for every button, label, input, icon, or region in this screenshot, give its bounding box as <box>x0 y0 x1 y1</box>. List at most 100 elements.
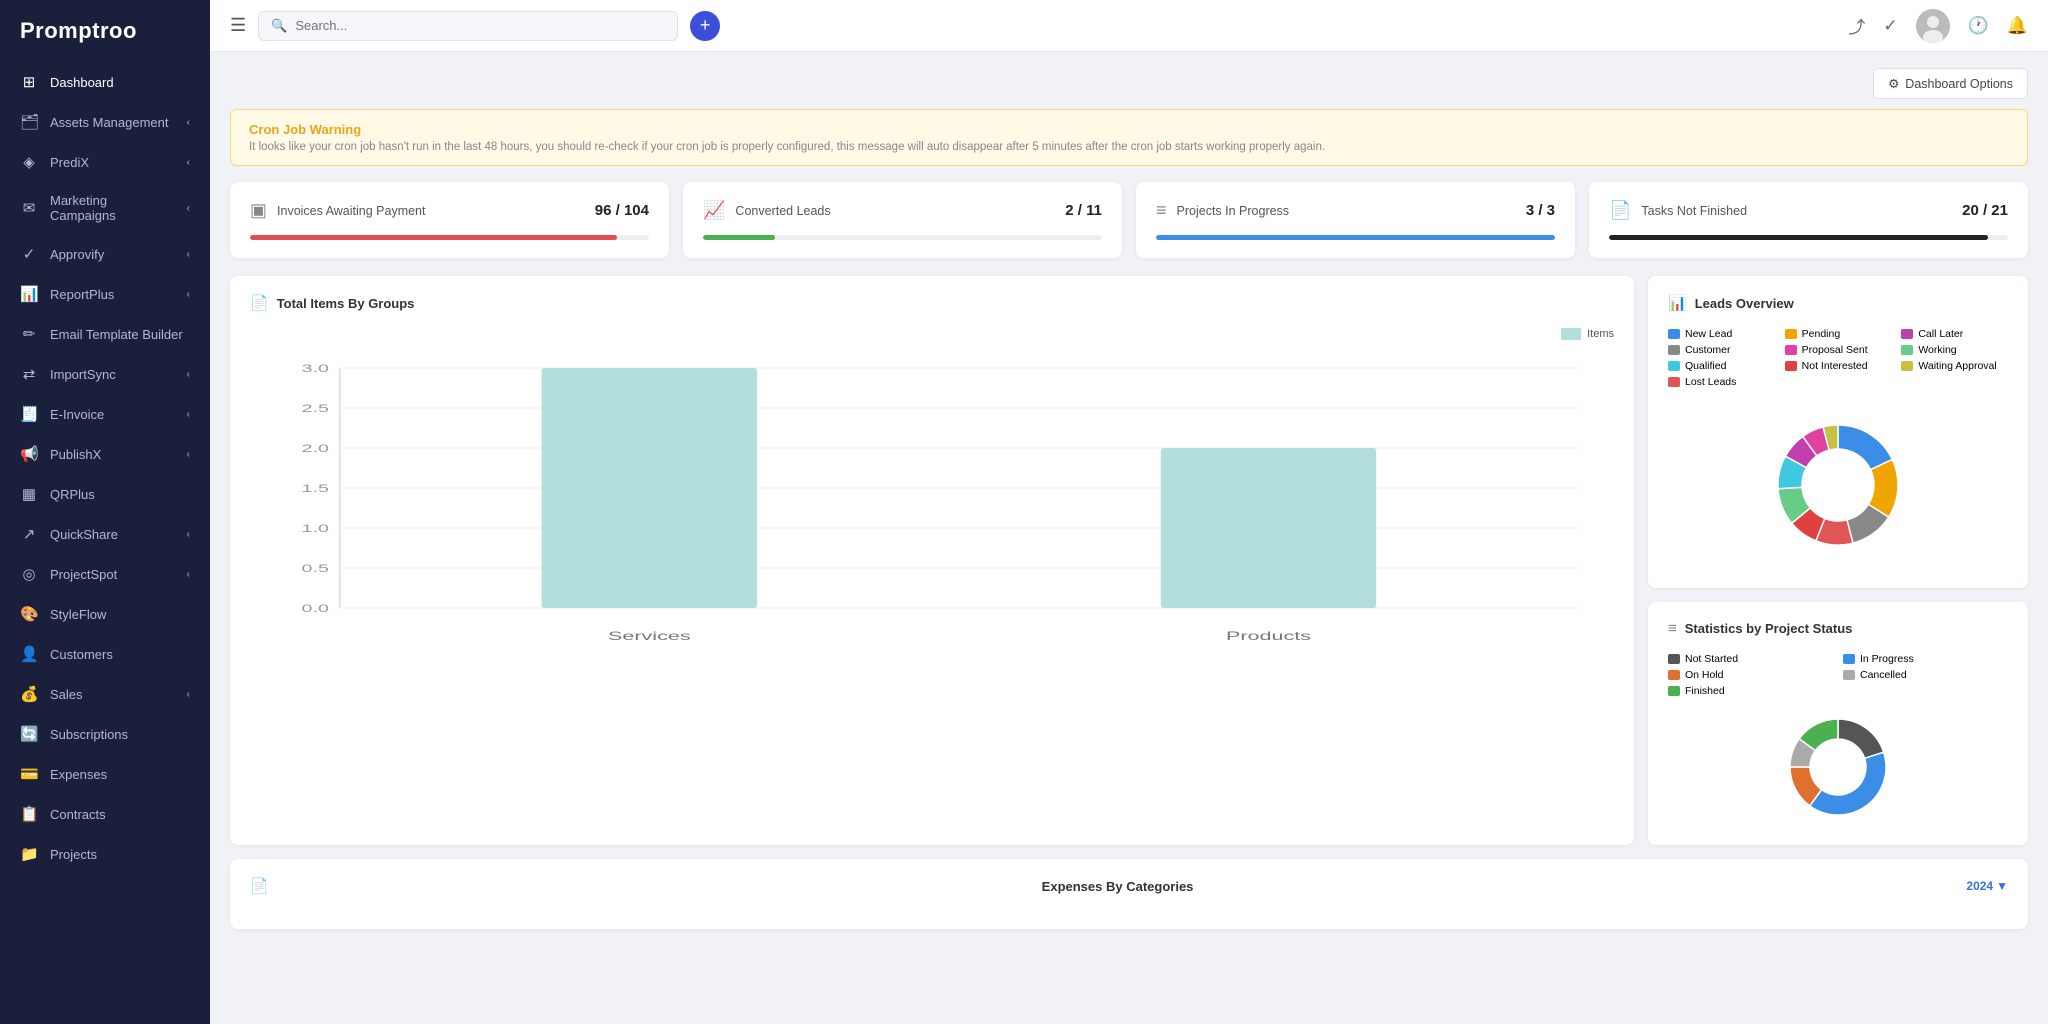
leads-overview-card: 📊 Leads Overview New LeadPendingCall Lat… <box>1648 276 2028 588</box>
right-column: 📊 Leads Overview New LeadPendingCall Lat… <box>1648 276 2028 845</box>
sidebar-item-importsync[interactable]: ⇄ ImportSync ‹ <box>0 354 210 394</box>
sidebar-label-publishx: PublishX <box>50 447 175 462</box>
sidebar-item-qrplus[interactable]: ▦ QRPlus <box>0 474 210 514</box>
sidebar-item-assets-management[interactable]: 🗂 Assets Management ‹ <box>0 102 210 142</box>
sidebar-item-reportplus[interactable]: 📊 ReportPlus ‹ <box>0 274 210 314</box>
sidebar-item-projects[interactable]: 📁 Projects <box>0 834 210 874</box>
gear-icon: ⚙ <box>1888 76 1899 91</box>
sidebar-label-projects: Projects <box>50 847 190 862</box>
kpi-value-converted-leads: 2 / 11 <box>1065 202 1102 219</box>
sidebar-item-subscriptions[interactable]: 🔄 Subscriptions <box>0 714 210 754</box>
sidebar-item-sales[interactable]: 💰 Sales ‹ <box>0 674 210 714</box>
sidebar-arrow-marketing-campaigns: ‹ <box>187 203 190 214</box>
menu-icon[interactable]: ☰ <box>230 15 246 36</box>
sidebar-item-e-invoice[interactable]: 🧾 E-Invoice ‹ <box>0 394 210 434</box>
warning-banner: Cron Job Warning It looks like your cron… <box>230 109 2028 166</box>
sidebar-label-email-template-builder: Email Template Builder <box>50 327 190 342</box>
sidebar-icon-reportplus: 📊 <box>20 285 38 303</box>
project-legend-label: Not Started <box>1685 653 1738 665</box>
sidebar-item-customers[interactable]: 👤 Customers <box>0 634 210 674</box>
search-input[interactable] <box>295 18 665 33</box>
sidebar-arrow-projectspot: ‹ <box>187 569 190 580</box>
sidebar-item-quickshare[interactable]: ↗ QuickShare ‹ <box>0 514 210 554</box>
legend-label: Qualified <box>1685 360 1726 372</box>
sidebar-item-approvify[interactable]: ✓ Approvify ‹ <box>0 234 210 274</box>
leads-legend-qualified: Qualified <box>1668 360 1775 372</box>
share-icon[interactable]: ⤴ <box>1848 13 1865 38</box>
sidebar-item-dashboard[interactable]: ⊞ Dashboard <box>0 62 210 102</box>
sidebar-icon-publishx: 📢 <box>20 445 38 463</box>
project-stats-header: ≡ Statistics by Project Status <box>1668 620 2008 637</box>
sidebar-label-e-invoice: E-Invoice <box>50 407 175 422</box>
expenses-title: Expenses By Categories <box>1042 879 1194 894</box>
warning-text: It looks like your cron job hasn't run i… <box>249 141 2009 153</box>
leads-legend-working: Working <box>1901 344 2008 356</box>
sidebar-item-expenses[interactable]: 💳 Expenses <box>0 754 210 794</box>
sidebar-item-email-template-builder[interactable]: ✏ Email Template Builder <box>0 314 210 354</box>
sidebar-item-styleflow[interactable]: 🎨 StyleFlow <box>0 594 210 634</box>
sidebar-item-publishx[interactable]: 📢 PublishX ‹ <box>0 434 210 474</box>
check-icon[interactable]: ✓ <box>1883 16 1897 36</box>
legend-label: New Lead <box>1685 328 1732 340</box>
kpi-header-invoices-awaiting: ▣ Invoices Awaiting Payment 96 / 104 <box>250 200 649 221</box>
kpi-header-converted-leads: 📈 Converted Leads 2 / 11 <box>703 200 1102 221</box>
add-button[interactable]: + <box>690 11 720 41</box>
bar-chart-wrap: 0.00.51.01.52.02.53.0ServicesProducts <box>250 348 1614 688</box>
leads-legend-waiting-approval: Waiting Approval <box>1901 360 2008 372</box>
sidebar-icon-projectspot: ◎ <box>20 565 38 583</box>
bar-chart-svg: 0.00.51.01.52.02.53.0ServicesProducts <box>250 348 1614 648</box>
sidebar-item-projectspot[interactable]: ◎ ProjectSpot ‹ <box>0 554 210 594</box>
bell-icon[interactable]: 🔔 <box>2007 16 2028 36</box>
legend-dot <box>1668 345 1680 355</box>
dashboard-options-button[interactable]: ⚙ Dashboard Options <box>1873 68 2028 99</box>
avatar[interactable] <box>1916 9 1950 43</box>
project-stats-legend: Not StartedIn ProgressOn HoldCancelledFi… <box>1668 653 2008 697</box>
sidebar-label-qrplus: QRPlus <box>50 487 190 502</box>
content-area: ⚙ Dashboard Options Cron Job Warning It … <box>210 52 2048 1024</box>
leads-legend-customer: Customer <box>1668 344 1775 356</box>
kpi-title-projects-in-progress: Projects In Progress <box>1177 204 1290 218</box>
sidebar-icon-importsync: ⇄ <box>20 365 38 383</box>
sidebar-icon-dashboard: ⊞ <box>20 73 38 91</box>
sidebar-label-predix: PrediX <box>50 155 175 170</box>
sidebar-label-sales: Sales <box>50 687 175 702</box>
sidebar-label-marketing-campaigns: Marketing Campaigns <box>50 193 175 223</box>
project-legend-label: On Hold <box>1685 669 1724 681</box>
expenses-icon: 📄 <box>250 877 269 895</box>
kpi-row: ▣ Invoices Awaiting Payment 96 / 104 📈 C… <box>230 182 2028 258</box>
leads-legend-proposal-sent: Proposal Sent <box>1785 344 1892 356</box>
legend-label: Not Interested <box>1802 360 1868 372</box>
sidebar-item-marketing-campaigns[interactable]: ✉ Marketing Campaigns ‹ <box>0 182 210 234</box>
sidebar-icon-marketing-campaigns: ✉ <box>20 199 38 217</box>
sidebar: Promptroo ⊞ Dashboard 🗂 Assets Managemen… <box>0 0 210 1024</box>
year-select[interactable]: 2024 ▼ <box>1966 879 2008 893</box>
project-legend-label: In Progress <box>1860 653 1914 665</box>
kpi-title-invoices-awaiting: Invoices Awaiting Payment <box>277 204 425 218</box>
svg-text:Services: Services <box>608 629 691 643</box>
project-legend-cancelled: Cancelled <box>1843 669 2008 681</box>
sidebar-icon-approvify: ✓ <box>20 245 38 263</box>
sidebar-arrow-approvify: ‹ <box>187 249 190 260</box>
project-stats-title: Statistics by Project Status <box>1685 621 1853 636</box>
sidebar-label-contracts: Contracts <box>50 807 190 822</box>
kpi-bar-track-invoices-awaiting <box>250 235 649 240</box>
sidebar-arrow-reportplus: ‹ <box>187 289 190 300</box>
sidebar-arrow-quickshare: ‹ <box>187 529 190 540</box>
kpi-value-invoices-awaiting: 96 / 104 <box>595 202 649 219</box>
sidebar-label-importsync: ImportSync <box>50 367 175 382</box>
sidebar-item-predix[interactable]: ◈ PrediX ‹ <box>0 142 210 182</box>
kpi-value-tasks-not-finished: 20 / 21 <box>1962 202 2008 219</box>
charts-row: 📄 Total Items By Groups Items 0.00.51.01… <box>230 276 2028 845</box>
sidebar-label-approvify: Approvify <box>50 247 175 262</box>
legend-label: Pending <box>1802 328 1841 340</box>
sidebar-label-reportplus: ReportPlus <box>50 287 175 302</box>
kpi-bar-fill-invoices-awaiting <box>250 235 617 240</box>
project-legend-label: Cancelled <box>1860 669 1907 681</box>
leads-legend-lost-leads: Lost Leads <box>1668 376 1775 388</box>
clock-icon[interactable]: 🕐 <box>1968 16 1989 36</box>
kpi-bar-fill-projects-in-progress <box>1156 235 1555 240</box>
kpi-card-converted-leads: 📈 Converted Leads 2 / 11 <box>683 182 1122 258</box>
sidebar-item-contracts[interactable]: 📋 Contracts <box>0 794 210 834</box>
donut-chart <box>1753 400 1923 570</box>
leads-icon: 📊 <box>1668 294 1687 312</box>
